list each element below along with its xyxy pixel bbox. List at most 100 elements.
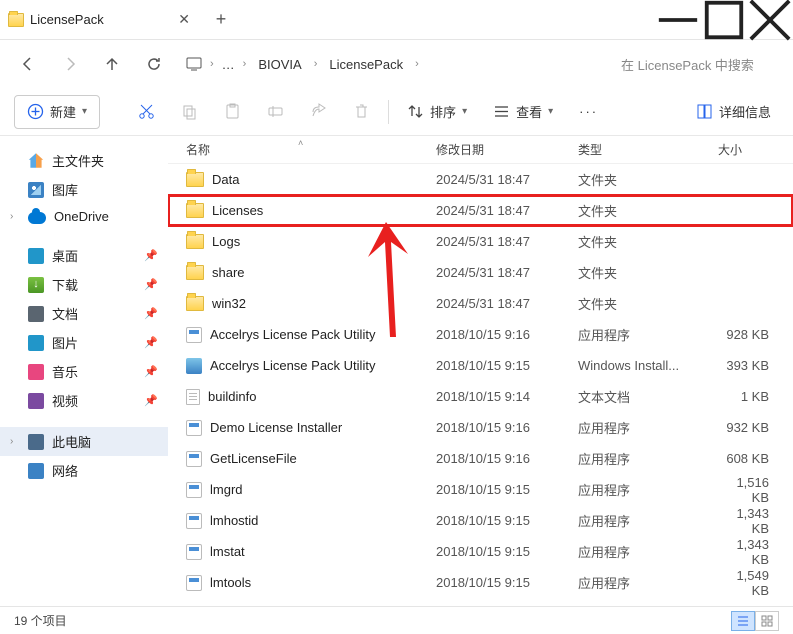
column-name[interactable]: 名称 xyxy=(178,141,436,158)
file-row[interactable]: buildinfo2018/10/15 9:14文本文档1 KB xyxy=(168,381,793,412)
file-name: share xyxy=(212,265,245,280)
file-row[interactable]: Accelrys License Pack Utility2018/10/15 … xyxy=(168,350,793,381)
more-button[interactable]: ··· xyxy=(571,95,606,129)
paste-button[interactable] xyxy=(216,95,249,129)
column-size[interactable]: 大小 xyxy=(718,141,793,158)
new-tab-button[interactable]: + xyxy=(206,5,236,35)
rename-button[interactable] xyxy=(259,95,292,129)
column-type[interactable]: 类型 xyxy=(578,141,718,158)
chevron-down-icon: ▾ xyxy=(82,106,87,117)
sidebar-label: 桌面 xyxy=(52,246,78,265)
tiles-view-button[interactable] xyxy=(755,611,779,631)
file-date: 2018/10/15 9:15 xyxy=(436,482,578,497)
breadcrumb-biovia[interactable]: BIOVIA xyxy=(254,55,305,74)
file-date: 2018/10/15 9:15 xyxy=(436,358,578,373)
file-size: 1 KB xyxy=(718,389,793,404)
minimize-button[interactable] xyxy=(655,0,701,40)
gallery-icon xyxy=(28,182,44,198)
sidebar-item-documents[interactable]: 文档📌 xyxy=(0,299,168,328)
sort-button[interactable]: 排序 ▾ xyxy=(399,95,475,129)
file-type: Windows Install... xyxy=(578,358,718,373)
sidebar-item-downloads[interactable]: 下载📌 xyxy=(0,270,168,299)
details-view-button[interactable] xyxy=(731,611,755,631)
tab-licensepack[interactable]: LicensePack ✕ xyxy=(0,0,200,39)
sidebar-item-videos[interactable]: 视频📌 xyxy=(0,386,168,415)
view-label: 查看 xyxy=(516,102,542,121)
new-button[interactable]: 新建 ▾ xyxy=(14,95,100,129)
forward-button[interactable] xyxy=(52,46,88,82)
sidebar-item-network[interactable]: 网络 xyxy=(0,456,168,485)
cut-button[interactable] xyxy=(130,95,163,129)
file-row[interactable]: Data2024/5/31 18:47文件夹 xyxy=(168,164,793,195)
details-label: 详细信息 xyxy=(719,102,771,121)
sidebar-item-onedrive[interactable]: ›OneDrive xyxy=(0,204,168,229)
file-row[interactable]: Demo License Installer2018/10/15 9:16应用程… xyxy=(168,412,793,443)
file-row[interactable]: Licenses2024/5/31 18:47文件夹 xyxy=(168,195,793,226)
file-row[interactable]: Logs2024/5/31 18:47文件夹 xyxy=(168,226,793,257)
address-bar[interactable]: › … › BIOVIA › LicensePack › xyxy=(178,55,607,74)
status-bar: 19 个项目 xyxy=(0,606,793,634)
pin-icon: 📌 xyxy=(144,336,158,349)
file-row[interactable]: GetLicenseFile2018/10/15 9:16应用程序608 KB xyxy=(168,443,793,474)
chevron-down-icon: ▾ xyxy=(548,106,553,117)
plus-circle-icon xyxy=(27,103,44,120)
file-name: win32 xyxy=(212,296,246,311)
maximize-button[interactable] xyxy=(701,0,747,40)
file-list: ˄ 名称 修改日期 类型 大小 Data2024/5/31 18:47文件夹Li… xyxy=(168,136,793,606)
download-icon xyxy=(28,277,44,293)
file-row[interactable]: lmgrd2018/10/15 9:15应用程序1,516 KB xyxy=(168,474,793,505)
back-button[interactable] xyxy=(10,46,46,82)
up-button[interactable] xyxy=(94,46,130,82)
sidebar-label: 此电脑 xyxy=(52,432,91,451)
sidebar-label: 图片 xyxy=(52,333,78,352)
file-date: 2018/10/15 9:15 xyxy=(436,575,578,590)
file-row[interactable]: Accelrys License Pack Utility2018/10/15 … xyxy=(168,319,793,350)
search-input[interactable]: 在 LicensePack 中搜索 xyxy=(613,51,783,78)
details-button[interactable]: 详细信息 xyxy=(688,95,779,129)
file-size: 1,343 KB xyxy=(718,506,793,536)
title-bar: LicensePack ✕ + xyxy=(0,0,793,40)
sidebar-item-desktop[interactable]: 桌面📌 xyxy=(0,241,168,270)
sidebar-item-home[interactable]: 主文件夹 xyxy=(0,146,168,175)
txt-icon xyxy=(186,389,200,405)
chevron-right-icon[interactable]: › xyxy=(10,211,13,222)
file-row[interactable]: lmhostid2018/10/15 9:15应用程序1,343 KB xyxy=(168,505,793,536)
pin-icon: 📌 xyxy=(144,365,158,378)
folder-icon xyxy=(186,296,204,311)
share-button[interactable] xyxy=(302,95,335,129)
sidebar-item-gallery[interactable]: 图库 xyxy=(0,175,168,204)
chevron-right-icon[interactable]: › xyxy=(10,436,13,447)
file-row[interactable]: share2024/5/31 18:47文件夹 xyxy=(168,257,793,288)
delete-button[interactable] xyxy=(345,95,378,129)
refresh-button[interactable] xyxy=(136,46,172,82)
file-row[interactable]: win322024/5/31 18:47文件夹 xyxy=(168,288,793,319)
sidebar-item-music[interactable]: 音乐📌 xyxy=(0,357,168,386)
file-type: 文件夹 xyxy=(578,201,718,220)
file-type: 文件夹 xyxy=(578,263,718,282)
file-name: GetLicenseFile xyxy=(210,451,297,466)
copy-button[interactable] xyxy=(173,95,206,129)
file-date: 2018/10/15 9:16 xyxy=(436,420,578,435)
file-type: 应用程序 xyxy=(578,542,718,561)
breadcrumb-licensepack[interactable]: LicensePack xyxy=(325,55,407,74)
exe-icon xyxy=(186,420,202,436)
view-button[interactable]: 查看 ▾ xyxy=(485,95,561,129)
close-tab-icon[interactable]: ✕ xyxy=(178,11,190,28)
network-icon xyxy=(28,463,44,479)
file-date: 2018/10/15 9:16 xyxy=(436,327,578,342)
file-row[interactable]: lmstat2018/10/15 9:15应用程序1,343 KB xyxy=(168,536,793,567)
sort-indicator-icon: ˄ xyxy=(298,138,303,148)
close-button[interactable] xyxy=(747,0,793,40)
music-icon xyxy=(28,364,44,380)
exe-icon xyxy=(186,575,202,591)
cut-icon xyxy=(138,103,155,120)
sidebar-item-pictures[interactable]: 图片 📌 xyxy=(0,328,168,357)
file-row[interactable]: lmtools2018/10/15 9:15应用程序1,549 KB xyxy=(168,567,793,598)
item-count: 19 个项目 xyxy=(14,612,67,629)
file-date: 2024/5/31 18:47 xyxy=(436,172,578,187)
sidebar-label: 视频 xyxy=(52,391,78,410)
file-size: 928 KB xyxy=(718,327,793,342)
column-date[interactable]: 修改日期 xyxy=(436,141,578,158)
ellipsis-icon[interactable]: … xyxy=(222,57,235,72)
sidebar-item-pc[interactable]: › 此电脑 xyxy=(0,427,168,456)
